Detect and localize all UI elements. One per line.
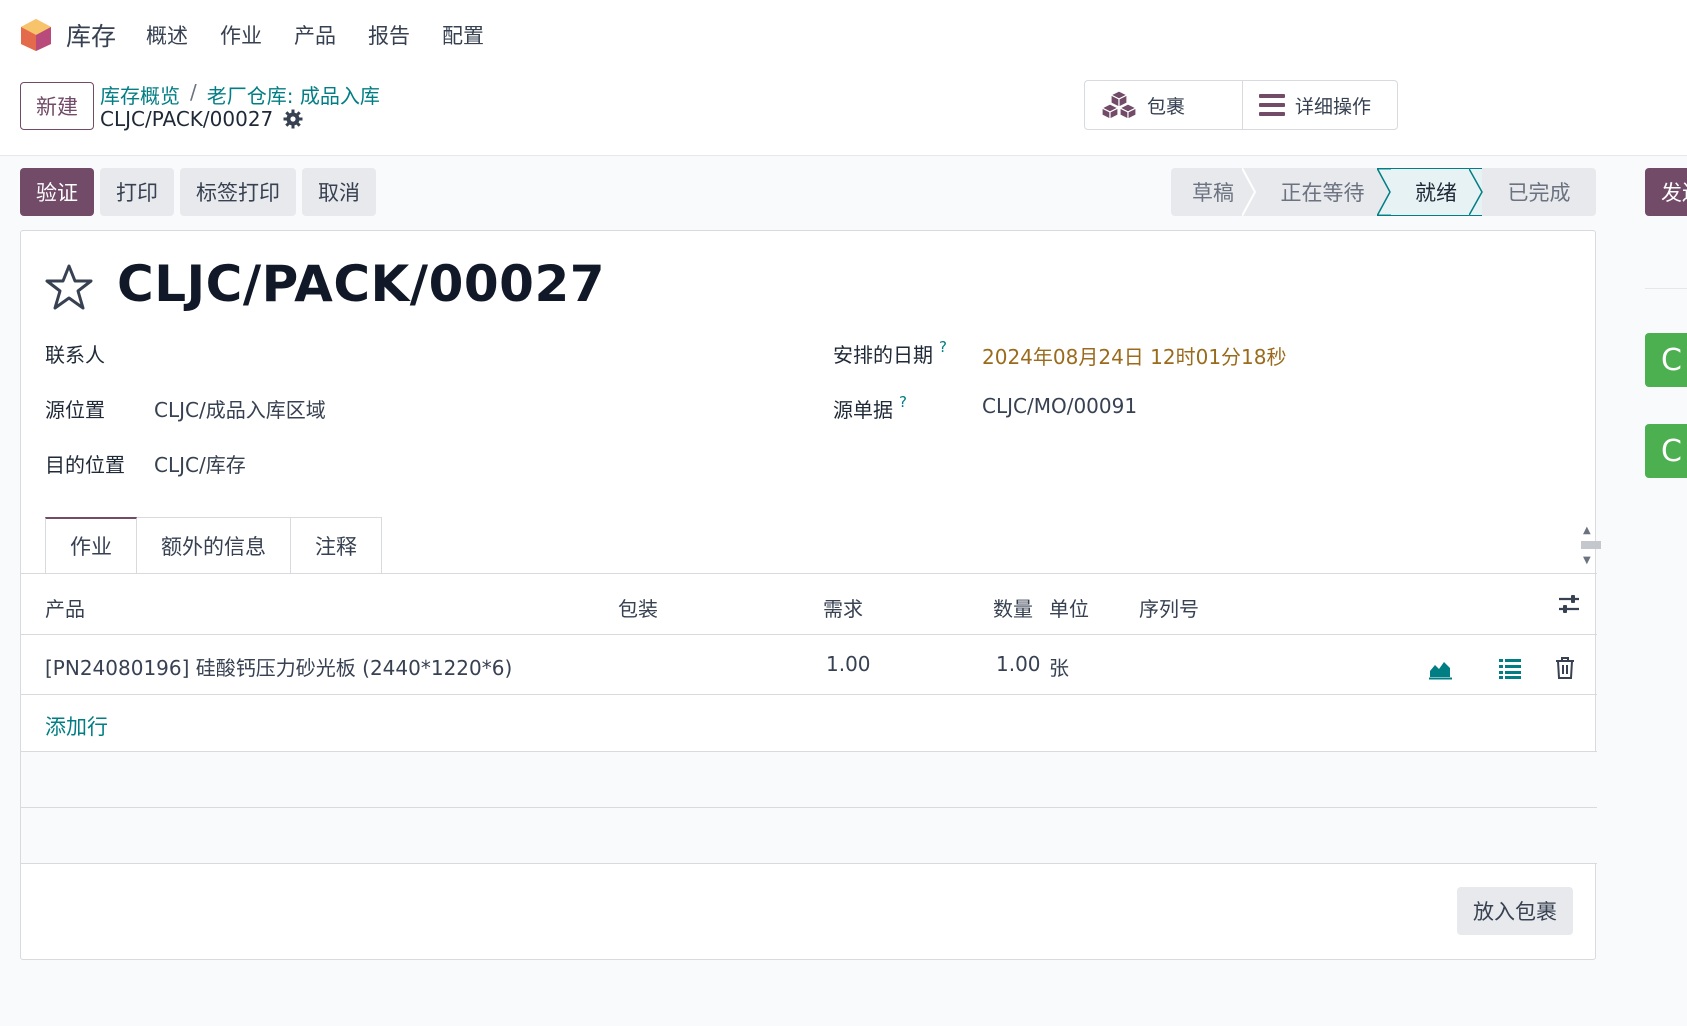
- stage-draft-label: 草稿: [1192, 181, 1234, 205]
- settings-sliders-icon[interactable]: [1558, 593, 1580, 615]
- detailed-operations-label: 详细操作: [1295, 95, 1372, 118]
- source-location-label: 源位置: [45, 398, 105, 422]
- label-print-button[interactable]: 标签打印: [180, 168, 296, 216]
- breadcrumb-separator: /: [190, 80, 197, 104]
- nav-item-configuration[interactable]: 配置: [442, 20, 484, 50]
- new-button[interactable]: 新建: [20, 82, 94, 130]
- destination-location-field[interactable]: CLJC/库存: [154, 449, 246, 478]
- column-header-quantity[interactable]: 数量: [993, 593, 1033, 622]
- help-tooltip-icon[interactable]: ?: [899, 393, 907, 411]
- scroll-down-arrow[interactable]: ▼: [1583, 555, 1591, 566]
- print-button[interactable]: 打印: [100, 168, 174, 216]
- action-bar: 验证 打印 标签打印 取消 草稿 正在等待 就绪 已完成 发送: [0, 156, 1687, 230]
- scheduled-date-label: 安排的日期: [833, 343, 933, 367]
- row-demand[interactable]: 1.00: [826, 652, 871, 676]
- cancel-button[interactable]: 取消: [302, 168, 376, 216]
- scheduled-date-label-row: 安排的日期?: [833, 338, 947, 368]
- boxes-icon: [1101, 90, 1137, 120]
- scroll-up-arrow[interactable]: ▲: [1583, 525, 1591, 536]
- stage-ready-left-edge: [1377, 168, 1391, 216]
- stage-ready-label: 就绪: [1415, 181, 1457, 205]
- package-smart-button-label: 包裹: [1147, 95, 1186, 118]
- record-title-row: CLJC/PACK/00027: [100, 107, 303, 131]
- source-document-label-row: 源单据?: [833, 393, 907, 423]
- column-header-serial[interactable]: 序列号: [1139, 593, 1199, 622]
- column-header-demand[interactable]: 需求: [823, 593, 863, 622]
- breadcrumb-item-receipts[interactable]: 老厂仓库: 成品入库: [207, 80, 380, 109]
- side-status-badge[interactable]: C: [1645, 424, 1687, 478]
- app-name[interactable]: 库存: [66, 17, 116, 53]
- record-name: CLJC/PACK/00027: [100, 107, 274, 131]
- column-header-uom[interactable]: 单位: [1049, 593, 1089, 622]
- validate-button[interactable]: 验证: [20, 168, 94, 216]
- app-logo-icon[interactable]: [20, 18, 52, 52]
- empty-row: [21, 752, 1597, 807]
- nav-item-reports[interactable]: 报告: [368, 20, 410, 50]
- gear-icon[interactable]: [283, 109, 303, 129]
- area-chart-icon[interactable]: [1427, 655, 1453, 681]
- smart-buttons: 包裹 详细操作: [1084, 80, 1398, 130]
- column-header-packaging[interactable]: 包装: [618, 593, 658, 622]
- stage-waiting-label: 正在等待: [1280, 181, 1365, 205]
- stage-done-label: 已完成: [1507, 181, 1571, 205]
- put-in-pack-button[interactable]: 放入包裹: [1457, 887, 1573, 935]
- side-status-badge[interactable]: C: [1645, 333, 1687, 387]
- row-uom[interactable]: 张: [1049, 652, 1069, 681]
- tab-note[interactable]: 注释: [291, 517, 382, 573]
- stage-ready[interactable]: 就绪: [1377, 168, 1483, 216]
- nav-item-operations[interactable]: 作业: [220, 20, 262, 50]
- stage-waiting[interactable]: 正在等待: [1255, 168, 1390, 216]
- stage-separator: [1242, 168, 1257, 216]
- list-icon[interactable]: [1497, 655, 1523, 681]
- stage-done[interactable]: 已完成: [1482, 168, 1596, 216]
- add-line-link[interactable]: 添加行: [45, 711, 108, 741]
- destination-location-label: 目的位置: [45, 453, 125, 477]
- contact-field[interactable]: [154, 339, 754, 365]
- tab-operations[interactable]: 作业: [45, 517, 137, 573]
- trash-icon[interactable]: [1552, 655, 1578, 681]
- empty-row: [21, 808, 1597, 863]
- record-title: CLJC/PACK/00027: [117, 255, 606, 313]
- tab-additional-info[interactable]: 额外的信息: [137, 517, 291, 573]
- source-document-field[interactable]: CLJC/MO/00091: [982, 394, 1137, 418]
- table-row-divider: [21, 694, 1597, 695]
- side-send-button[interactable]: 发送: [1645, 168, 1687, 216]
- side-divider: [1645, 288, 1687, 289]
- column-header-product[interactable]: 产品: [45, 593, 85, 622]
- table-header-divider: [21, 634, 1597, 635]
- control-panel: 新建 库存概览 / 老厂仓库: 成品入库 CLJC/PACK/00027 包裹 …: [0, 70, 1687, 156]
- tab-divider: [21, 573, 1597, 574]
- form-sheet: CLJC/PACK/00027 联系人 源位置 CLJC/成品入库区域 目的位置…: [20, 230, 1601, 960]
- row-product[interactable]: [PN24080196] 硅酸钙压力砂光板 (2440*1220*6): [45, 652, 512, 681]
- notebook-tabs: 作业 额外的信息 注释: [45, 517, 382, 573]
- source-location-field[interactable]: CLJC/成品入库区域: [154, 394, 326, 423]
- contact-label: 联系人: [45, 343, 105, 367]
- top-navbar: 库存 概述 作业 产品 报告 配置: [0, 0, 1687, 70]
- status-bar: 草稿 正在等待 就绪 已完成: [1171, 168, 1596, 216]
- nav-item-overview[interactable]: 概述: [146, 20, 188, 50]
- breadcrumb: 库存概览 / 老厂仓库: 成品入库: [100, 80, 380, 109]
- detailed-operations-smart-button[interactable]: 详细操作: [1242, 81, 1397, 129]
- scheduled-date-field[interactable]: 2024年08月24日 12时01分18秒: [982, 341, 1287, 370]
- star-icon[interactable]: [44, 263, 94, 311]
- package-smart-button[interactable]: 包裹: [1085, 81, 1242, 129]
- table-row-divider: [21, 863, 1597, 864]
- stage-ready-arrow: [1469, 168, 1483, 216]
- scrollbar-thumb[interactable]: [1581, 541, 1601, 549]
- breadcrumb-item-inventory-overview[interactable]: 库存概览: [100, 80, 180, 109]
- help-tooltip-icon[interactable]: ?: [939, 338, 947, 356]
- source-document-label: 源单据: [833, 398, 893, 422]
- row-quantity[interactable]: 1.00: [996, 652, 1041, 676]
- bars-icon: [1259, 94, 1285, 116]
- nav-item-products[interactable]: 产品: [294, 20, 336, 50]
- stage-draft[interactable]: 草稿: [1171, 168, 1257, 216]
